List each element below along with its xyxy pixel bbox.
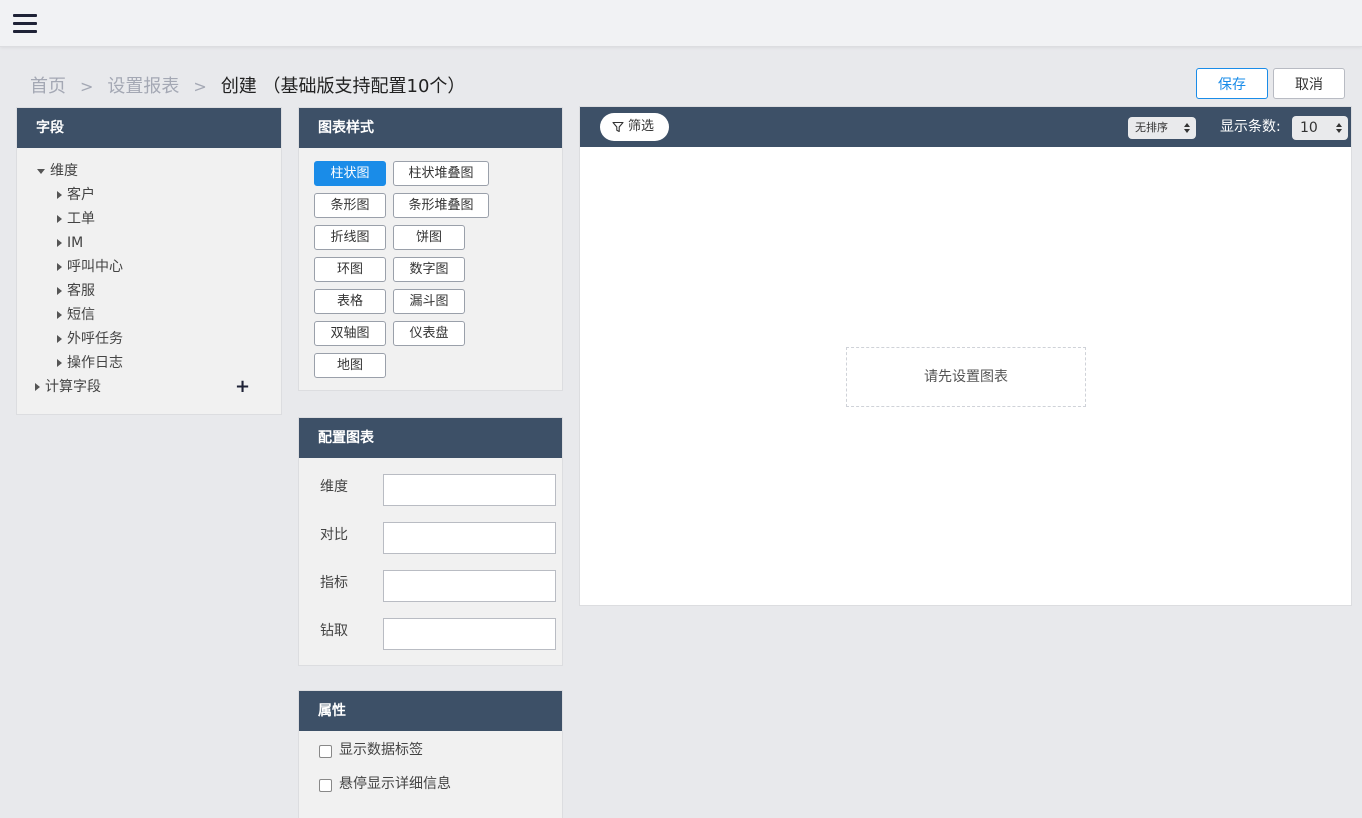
field-tree: 维度 客户 工单 IM 呼叫中心 客服 短信 外呼任务 操作日志 计算字段 + xyxy=(17,148,281,399)
caret-down-icon xyxy=(37,168,45,174)
filter-button[interactable]: 筛选 xyxy=(600,113,669,141)
caret-right-icon xyxy=(57,311,62,319)
style-gauge-button[interactable]: 仪表盘 xyxy=(393,321,465,346)
style-hbar-button[interactable]: 条形图 xyxy=(314,193,386,218)
style-bar-button[interactable]: 柱状图 xyxy=(314,161,386,186)
show-data-labels-checkbox[interactable] xyxy=(319,745,332,758)
tree-node-label: 操作日志 xyxy=(67,355,123,371)
config-chart-panel: 配置图表 维度 对比 指标 钻取 xyxy=(298,417,563,666)
metric-drop-field[interactable] xyxy=(383,570,556,602)
compare-label: 对比 xyxy=(320,527,348,543)
tree-node-label: 维度 xyxy=(50,163,78,179)
tree-node-calc-field[interactable]: 计算字段 + xyxy=(17,375,281,399)
filter-icon xyxy=(612,121,624,132)
tree-node-call-center[interactable]: 呼叫中心 xyxy=(17,255,281,279)
page-title: 创建 （基础版支持配置10个） xyxy=(220,76,466,97)
drilldown-label: 钻取 xyxy=(320,623,348,639)
tree-node-sms[interactable]: 短信 xyxy=(17,303,281,327)
dimension-label: 维度 xyxy=(320,479,348,495)
tree-node-label: 外呼任务 xyxy=(67,331,123,347)
style-stacked-bar-button[interactable]: 柱状堆叠图 xyxy=(393,161,489,186)
fields-panel-title: 字段 xyxy=(17,108,281,148)
hover-details-checkbox[interactable] xyxy=(319,779,332,792)
style-line-button[interactable]: 折线图 xyxy=(314,225,386,250)
hover-details-label: 悬停显示详细信息 xyxy=(339,776,451,792)
properties-title: 属性 xyxy=(299,691,562,731)
properties-panel: 属性 显示数据标签 悬停显示详细信息 xyxy=(298,690,563,818)
chart-style-grid: 柱状图 柱状堆叠图 条形图 条形堆叠图 折线图 饼图 环图 数字图 表格 漏斗图 双轴图仪… xyxy=(299,148,562,385)
caret-right-icon xyxy=(57,263,62,271)
tree-node-label: IM xyxy=(67,235,84,251)
breadcrumb: 首页 > 设置报表 > 创建 （基础版支持配置10个） xyxy=(30,72,465,98)
breadcrumb-home[interactable]: 首页 xyxy=(30,76,66,97)
chart-style-title: 图表样式 xyxy=(299,108,562,148)
style-donut-button[interactable]: 环图 xyxy=(314,257,386,282)
show-data-labels-option: 显示数据标签 xyxy=(299,731,562,765)
tree-node-dimension[interactable]: 维度 xyxy=(17,159,281,183)
caret-right-icon xyxy=(57,335,62,343)
tree-node-customer[interactable]: 客户 xyxy=(17,183,281,207)
display-count-label: 显示条数: xyxy=(1220,119,1281,135)
menu-icon[interactable] xyxy=(13,14,37,34)
tree-node-oplog[interactable]: 操作日志 xyxy=(17,351,281,375)
breadcrumb-separator: > xyxy=(193,77,207,96)
tree-node-label: 短信 xyxy=(67,307,95,323)
caret-right-icon xyxy=(57,359,62,367)
tree-node-ticket[interactable]: 工单 xyxy=(17,207,281,231)
breadcrumb-settings[interactable]: 设置报表 xyxy=(107,76,179,97)
style-stacked-hbar-button[interactable]: 条形堆叠图 xyxy=(393,193,489,218)
display-count-select[interactable]: 10 xyxy=(1292,116,1348,140)
dimension-drop-field[interactable] xyxy=(383,474,556,506)
config-chart-title: 配置图表 xyxy=(299,418,562,458)
tree-node-outbound[interactable]: 外呼任务 xyxy=(17,327,281,351)
caret-right-icon xyxy=(57,287,62,295)
style-map-button[interactable]: 地图 xyxy=(314,353,386,378)
style-pie-button[interactable]: 饼图 xyxy=(393,225,465,250)
tree-node-agent[interactable]: 客服 xyxy=(17,279,281,303)
tree-node-label: 呼叫中心 xyxy=(67,259,123,275)
drilldown-drop-field[interactable] xyxy=(383,618,556,650)
caret-right-icon xyxy=(57,191,62,199)
chart-placeholder: 请先设置图表 xyxy=(846,347,1086,407)
show-data-labels-label: 显示数据标签 xyxy=(339,742,423,758)
style-funnel-button[interactable]: 漏斗图 xyxy=(393,289,465,314)
select-arrows-icon xyxy=(1184,123,1190,133)
compare-drop-field[interactable] xyxy=(383,522,556,554)
select-arrows-icon xyxy=(1336,123,1342,133)
breadcrumb-separator: > xyxy=(80,77,94,96)
style-dual-axis-button[interactable]: 双轴图 xyxy=(314,321,386,346)
metric-label: 指标 xyxy=(320,575,348,591)
style-number-button[interactable]: 数字图 xyxy=(393,257,465,282)
chart-preview-panel: 筛选 无排序 显示条数: 10 请先设置图表 xyxy=(579,106,1352,606)
sort-value: 无排序 xyxy=(1135,121,1168,134)
tree-node-label: 客户 xyxy=(67,187,95,203)
cancel-button[interactable]: 取消 xyxy=(1273,68,1345,99)
hover-details-option: 悬停显示详细信息 xyxy=(299,765,562,799)
caret-right-icon xyxy=(57,215,62,223)
style-table-button[interactable]: 表格 xyxy=(314,289,386,314)
save-button[interactable]: 保存 xyxy=(1196,68,1268,99)
display-count-value: 10 xyxy=(1300,120,1318,136)
chart-toolbar: 筛选 无排序 显示条数: 10 xyxy=(580,107,1351,147)
tree-node-label: 计算字段 xyxy=(45,379,101,395)
tree-node-label: 客服 xyxy=(67,283,95,299)
fields-panel: 字段 维度 客户 工单 IM 呼叫中心 客服 短信 外呼任务 操作日志 计算字段… xyxy=(16,107,282,415)
caret-right-icon xyxy=(57,239,62,247)
filter-label: 筛选 xyxy=(628,119,655,134)
chart-style-panel: 图表样式 柱状图 柱状堆叠图 条形图 条形堆叠图 折线图 饼图 环图 数字图 表格 漏斗图… xyxy=(298,107,563,391)
tree-node-im[interactable]: IM xyxy=(17,231,281,255)
caret-right-icon xyxy=(35,383,40,391)
top-bar xyxy=(0,0,1362,47)
add-calc-field-icon[interactable]: + xyxy=(235,375,250,399)
sort-select[interactable]: 无排序 xyxy=(1128,117,1196,139)
tree-node-label: 工单 xyxy=(67,211,95,227)
